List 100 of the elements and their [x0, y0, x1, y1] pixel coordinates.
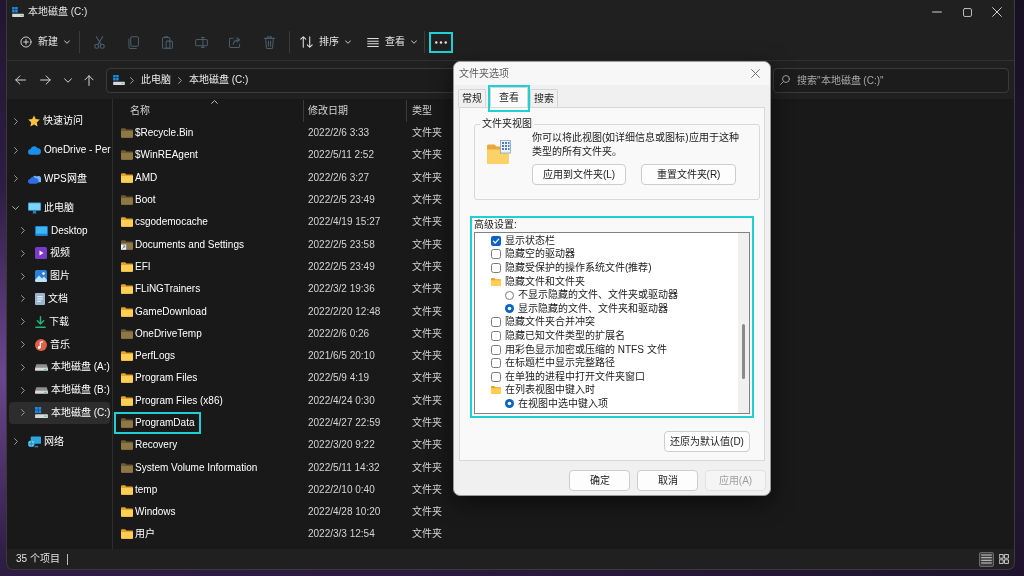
sidebar-item[interactable]: 文档: [9, 287, 110, 311]
search-field[interactable]: 搜索"本地磁盘 (C:)": [773, 67, 1009, 93]
checkbox[interactable]: [491, 235, 501, 246]
chevron-right-icon[interactable]: [21, 318, 25, 326]
column-header[interactable]: 修改日期: [303, 100, 406, 122]
sidebar-item[interactable]: 本地磁盘 (A:): [9, 355, 110, 379]
file-name[interactable]: ProgramData: [135, 417, 195, 429]
option-label[interactable]: 不显示隐藏的文件、文件夹或驱动器: [518, 289, 678, 302]
more-icon: [435, 40, 447, 44]
sidebar-item[interactable]: 音乐: [9, 333, 110, 356]
sidebar-item[interactable]: 本地磁盘 (B:): [9, 378, 110, 402]
chevron-right-icon[interactable]: [14, 175, 18, 183]
cancel-button[interactable]: 取消: [637, 470, 698, 491]
checkbox[interactable]: [491, 330, 501, 341]
sidebar-item[interactable]: 图片: [9, 264, 110, 288]
file-name[interactable]: AMD: [135, 171, 158, 184]
file-name[interactable]: Documents and Settings: [135, 238, 244, 251]
drive-icon: [35, 407, 48, 419]
chevron-right-icon[interactable]: [21, 295, 25, 303]
tab[interactable]: 搜索: [530, 89, 558, 107]
option-label[interactable]: 在标题栏中显示完整路径: [505, 357, 615, 370]
details-view-button[interactable]: [979, 551, 994, 567]
checkbox[interactable]: [491, 358, 501, 369]
option-label[interactable]: 在视图中选中键入项: [518, 397, 608, 410]
sidebar-item[interactable]: 快速访问: [9, 110, 110, 133]
option-label[interactable]: 在单独的进程中打开文件夹窗口: [505, 370, 645, 383]
apply-to-folders-button[interactable]: 应用到文件夹(L): [532, 164, 626, 185]
option-label[interactable]: 显示隐藏的文件、文件夹和驱动器: [518, 302, 668, 315]
option-label[interactable]: 隐藏受保护的操作系统文件(推荐): [505, 262, 652, 274]
file-name[interactable]: OneDriveTemp: [135, 327, 202, 340]
file-type: 文件夹: [412, 327, 442, 339]
chevron-right-icon[interactable]: [14, 438, 18, 446]
scissors-icon: [93, 35, 105, 49]
column-header[interactable]: 名称: [113, 100, 303, 122]
breadcrumb-link[interactable]: 此电脑: [139, 74, 173, 86]
file-name[interactable]: $WinREAgent: [135, 149, 198, 162]
sidebar-item[interactable]: 下载: [9, 310, 110, 334]
new-button[interactable]: 新建: [14, 28, 76, 56]
tab[interactable]: 查看: [490, 87, 528, 107]
option-label[interactable]: 隐藏文件夹合并冲突: [505, 316, 595, 329]
radio-button[interactable]: [505, 290, 514, 300]
chevron-down-icon[interactable]: [12, 205, 19, 210]
ok-button[interactable]: 确定: [569, 470, 630, 491]
file-name[interactable]: temp: [135, 483, 158, 496]
option-label[interactable]: 用彩色显示加密或压缩的 NTFS 文件: [505, 343, 667, 356]
file-name[interactable]: FLiNGTrainers: [135, 283, 201, 296]
date-modified: 2021/6/5 20:10: [308, 350, 375, 362]
file-name[interactable]: csgodemocache: [135, 216, 208, 229]
star-icon: [28, 115, 40, 128]
folder-icon: [491, 277, 501, 286]
chevron-right-icon[interactable]: [21, 249, 25, 257]
file-name[interactable]: Windows: [135, 506, 176, 519]
file-name[interactable]: PerfLogs: [135, 350, 176, 363]
checkbox[interactable]: [491, 344, 501, 355]
sidebar-item[interactable]: 此电脑: [9, 196, 110, 220]
file-name[interactable]: $Recycle.Bin: [135, 127, 194, 140]
file-name[interactable]: Boot: [135, 194, 156, 207]
chevron-right-icon[interactable]: [14, 146, 18, 154]
sidebar-item[interactable]: WPS网盘: [9, 167, 110, 191]
sort-icon: [300, 36, 313, 48]
scrollbar-thumb[interactable]: [742, 324, 745, 379]
chevron-right-icon[interactable]: [21, 341, 25, 349]
sort-button[interactable]: 排序: [294, 28, 357, 56]
tiles-view-button[interactable]: [996, 551, 1011, 567]
chevron-right-icon[interactable]: [21, 386, 25, 394]
reset-folders-button[interactable]: 重置文件夹(R): [641, 164, 736, 185]
sidebar-item[interactable]: OneDrive - Per: [9, 138, 110, 162]
sidebar-item[interactable]: 网络: [9, 430, 110, 454]
file-name[interactable]: 用户: [135, 528, 155, 541]
checkbox[interactable]: [491, 263, 501, 273]
chevron-right-icon[interactable]: [21, 363, 25, 371]
option-label[interactable]: 显示状态栏: [505, 234, 555, 247]
checkbox[interactable]: [491, 371, 501, 382]
file-name[interactable]: Program Files (x86): [135, 394, 223, 407]
chevron-right-icon[interactable]: [21, 227, 25, 235]
file-type: 文件夹: [412, 506, 442, 518]
tab[interactable]: 常规: [458, 89, 486, 107]
checkbox[interactable]: [491, 249, 501, 260]
file-type: 文件夹: [412, 350, 442, 362]
file-type: 文件夹: [412, 305, 442, 317]
sidebar-item[interactable]: Desktop: [9, 219, 110, 242]
file-name[interactable]: GameDownload: [135, 305, 207, 318]
radio-button[interactable]: [505, 399, 514, 409]
option-label[interactable]: 隐藏空的驱动器: [505, 248, 575, 261]
sidebar-item[interactable]: 本地磁盘 (C:): [9, 401, 110, 425]
chevron-right-icon[interactable]: [21, 272, 25, 280]
breadcrumb-link[interactable]: 本地磁盘 (C:): [187, 74, 251, 86]
file-name[interactable]: Recovery: [135, 439, 178, 452]
monitor-icon: [28, 201, 41, 214]
view-button[interactable]: 查看: [361, 28, 423, 56]
sidebar-item[interactable]: 视频: [9, 242, 110, 265]
file-name[interactable]: EFI: [135, 260, 151, 273]
restore-defaults-button[interactable]: 还原为默认值(D): [664, 431, 750, 452]
option-label[interactable]: 隐藏已知文件类型的扩展名: [505, 329, 625, 342]
file-name[interactable]: Program Files: [135, 372, 198, 385]
chevron-right-icon[interactable]: [14, 117, 18, 125]
chevron-right-icon[interactable]: [21, 409, 25, 417]
radio-button[interactable]: [505, 304, 514, 314]
checkbox[interactable]: [491, 317, 501, 328]
file-name[interactable]: System Volume Information: [135, 461, 258, 474]
